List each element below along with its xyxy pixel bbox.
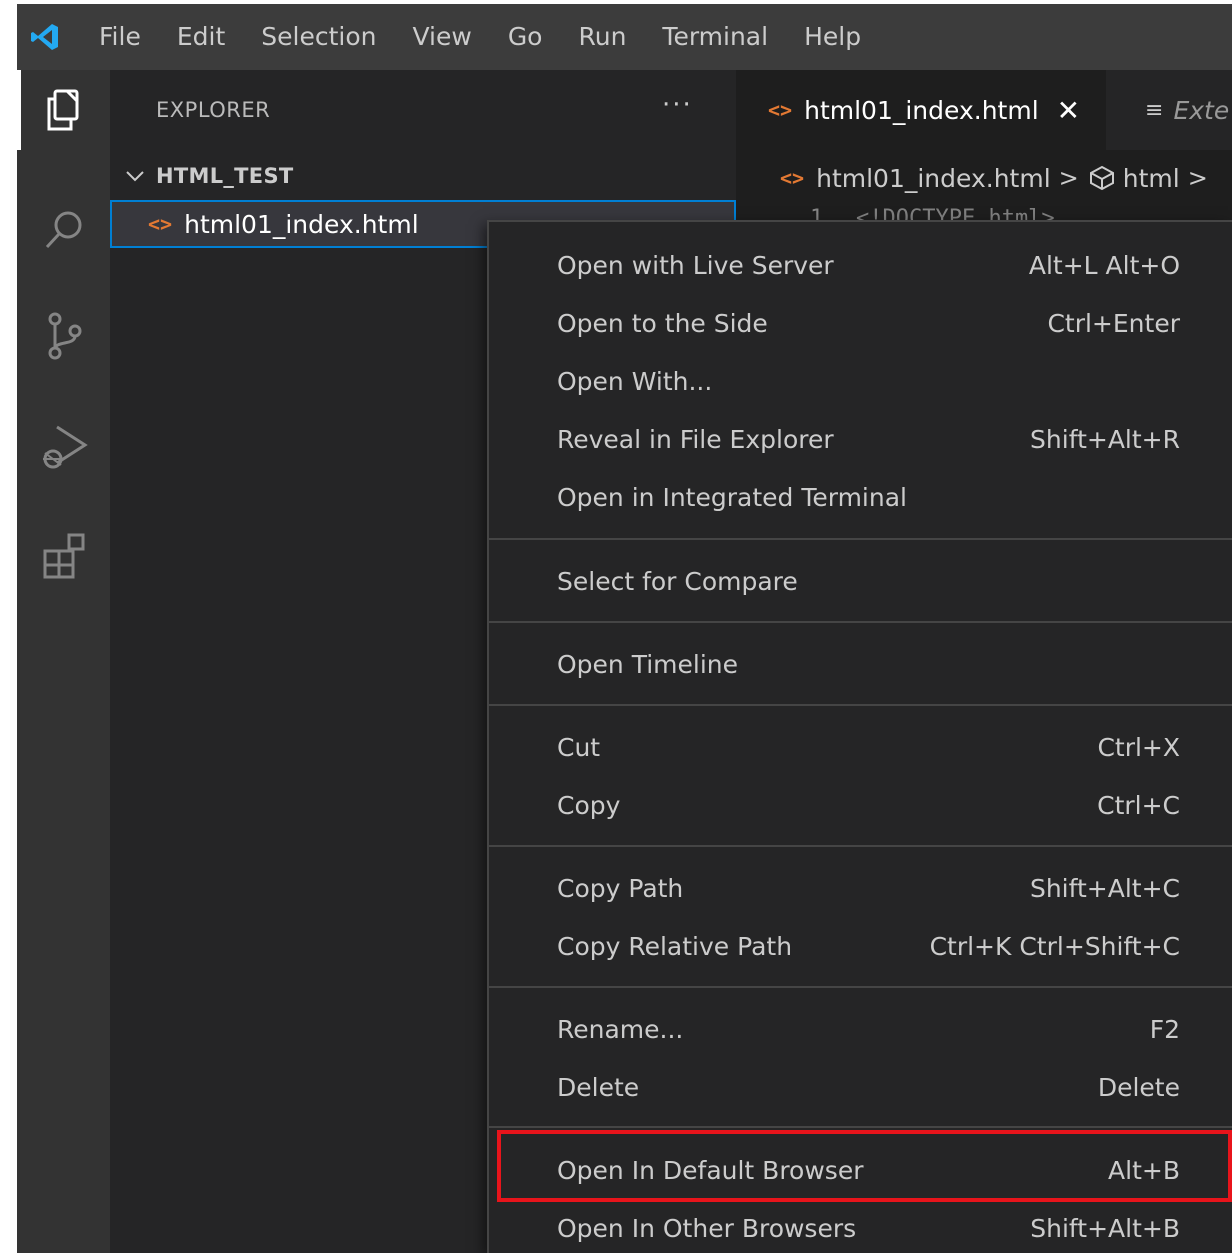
menu-item-shortcut: Ctrl+C bbox=[1097, 791, 1180, 820]
breadcrumb-separator: > bbox=[1058, 164, 1079, 192]
menu-separator bbox=[489, 621, 1232, 623]
menu-view[interactable]: View bbox=[394, 4, 489, 70]
menu-item-open-live-server[interactable]: Open with Live Server Alt+L Alt+O bbox=[489, 238, 1232, 294]
folder-row[interactable]: HTML_TEST bbox=[110, 154, 736, 198]
menu-selection[interactable]: Selection bbox=[243, 4, 394, 70]
menu-item-label: Copy bbox=[557, 791, 621, 820]
menu-item-open-timeline[interactable]: Open Timeline bbox=[489, 637, 1232, 693]
tab-extension[interactable]: ≡ Exte bbox=[1106, 70, 1232, 150]
menu-item-shortcut: Delete bbox=[1097, 1073, 1180, 1102]
menu-item-label: Open Timeline bbox=[557, 650, 739, 679]
menu-item-shortcut: Shift+Alt+C bbox=[1029, 874, 1180, 903]
close-icon[interactable]: ✕ bbox=[1057, 94, 1080, 127]
breadcrumb-separator: > bbox=[1187, 164, 1208, 192]
menu-separator bbox=[489, 704, 1232, 706]
title-bar: File Edit Selection View Go Run Terminal… bbox=[17, 4, 1232, 70]
tab-html01-index[interactable]: <> html01_index.html ✕ bbox=[736, 70, 1106, 150]
menu-item-copy-relative-path[interactable]: Copy Relative Path Ctrl+K Ctrl+Shift+C bbox=[489, 919, 1232, 975]
html-file-icon: <> bbox=[768, 98, 793, 122]
menu-item-shortcut: F2 bbox=[1149, 1015, 1180, 1044]
explorer-title: EXPLORER bbox=[156, 98, 271, 122]
menu-item-open-other-browsers[interactable]: Open In Other Browsers Shift+Alt+B bbox=[489, 1201, 1232, 1253]
breadcrumb: <> html01_index.html > html > bbox=[736, 150, 1232, 206]
menu-item-copy[interactable]: Copy Ctrl+C bbox=[489, 778, 1232, 834]
highlight-box bbox=[497, 1130, 1232, 1202]
menu-item-label: Delete bbox=[557, 1073, 640, 1102]
chevron-down-icon bbox=[126, 171, 144, 182]
file-name: html01_index.html bbox=[184, 209, 419, 239]
menu-item-label: Select for Compare bbox=[557, 567, 798, 596]
run-debug-icon[interactable] bbox=[17, 408, 110, 488]
menu-item-shortcut: Ctrl+X bbox=[1097, 733, 1180, 762]
menu-item-delete[interactable]: Delete Delete bbox=[489, 1060, 1232, 1116]
vscode-window: File Edit Selection View Go Run Terminal… bbox=[17, 4, 1232, 1253]
menu-item-label: Open with Live Server bbox=[557, 251, 834, 280]
menu-item-label: Open With... bbox=[557, 367, 713, 396]
symbol-element-icon bbox=[1089, 165, 1114, 191]
menu-terminal[interactable]: Terminal bbox=[644, 4, 786, 70]
menu-item-copy-path[interactable]: Copy Path Shift+Alt+C bbox=[489, 861, 1232, 917]
menu-item-rename[interactable]: Rename... F2 bbox=[489, 1002, 1232, 1058]
menu-item-label: Copy Relative Path bbox=[557, 932, 793, 961]
context-menu: Open with Live Server Alt+L Alt+O Open t… bbox=[487, 220, 1232, 1253]
more-actions-button[interactable]: ··· bbox=[662, 90, 693, 120]
vscode-logo-icon bbox=[17, 4, 73, 70]
menu-item-select-for-compare[interactable]: Select for Compare bbox=[489, 554, 1232, 610]
menu-item-shortcut: Shift+Alt+R bbox=[1030, 425, 1180, 454]
menu-item-shortcut: Alt+L Alt+O bbox=[1028, 251, 1180, 280]
explorer-icon[interactable] bbox=[17, 70, 110, 150]
menu-separator bbox=[489, 538, 1232, 540]
menu-help[interactable]: Help bbox=[786, 4, 879, 70]
menu-item-label: Copy Path bbox=[557, 874, 684, 903]
tab-label: Exte bbox=[1173, 95, 1230, 125]
html-file-icon: <> bbox=[780, 166, 805, 190]
menu-item-label: Open in Integrated Terminal bbox=[557, 483, 907, 512]
active-indicator bbox=[17, 70, 21, 150]
activity-bar bbox=[17, 70, 110, 1253]
search-icon[interactable] bbox=[17, 190, 110, 270]
menu-item-open-with[interactable]: Open With... bbox=[489, 354, 1232, 410]
menu-item-open-integrated-terminal[interactable]: Open in Integrated Terminal bbox=[489, 470, 1232, 526]
source-control-icon[interactable] bbox=[17, 296, 110, 376]
breadcrumb-file[interactable]: html01_index.html bbox=[816, 164, 1051, 193]
extensions-icon[interactable] bbox=[17, 516, 110, 596]
menu-separator bbox=[489, 986, 1232, 988]
tab-bar: <> html01_index.html ✕ ≡ Exte bbox=[736, 70, 1232, 150]
menu-separator bbox=[489, 845, 1232, 847]
menu-item-reveal-in-explorer[interactable]: Reveal in File Explorer Shift+Alt+R bbox=[489, 412, 1232, 468]
menu-item-label: Reveal in File Explorer bbox=[557, 425, 834, 454]
menu-separator bbox=[489, 1126, 1232, 1128]
menu-item-shortcut: Shift+Alt+B bbox=[1030, 1214, 1180, 1243]
tab-label: html01_index.html bbox=[804, 95, 1039, 125]
explorer-header: EXPLORER ··· bbox=[110, 70, 736, 150]
menu-item-label: Open In Other Browsers bbox=[557, 1214, 857, 1243]
menu-item-label: Cut bbox=[557, 733, 601, 762]
menu-go[interactable]: Go bbox=[490, 4, 561, 70]
menu-edit[interactable]: Edit bbox=[159, 4, 243, 70]
folder-name: HTML_TEST bbox=[156, 164, 294, 188]
menu-item-shortcut: Ctrl+Enter bbox=[1047, 309, 1180, 338]
menu-item-open-to-side[interactable]: Open to the Side Ctrl+Enter bbox=[489, 296, 1232, 352]
menu-bar: File Edit Selection View Go Run Terminal… bbox=[73, 4, 879, 70]
menu-item-label: Open to the Side bbox=[557, 309, 768, 338]
html-file-icon: <> bbox=[148, 212, 173, 236]
menu-run[interactable]: Run bbox=[560, 4, 644, 70]
menu-item-shortcut: Ctrl+K Ctrl+Shift+C bbox=[929, 932, 1180, 961]
menu-file[interactable]: File bbox=[73, 4, 159, 70]
breadcrumb-node[interactable]: html bbox=[1123, 164, 1180, 193]
preview-icon: ≡ bbox=[1145, 97, 1164, 123]
menu-item-cut[interactable]: Cut Ctrl+X bbox=[489, 720, 1232, 776]
menu-item-label: Rename... bbox=[557, 1015, 684, 1044]
